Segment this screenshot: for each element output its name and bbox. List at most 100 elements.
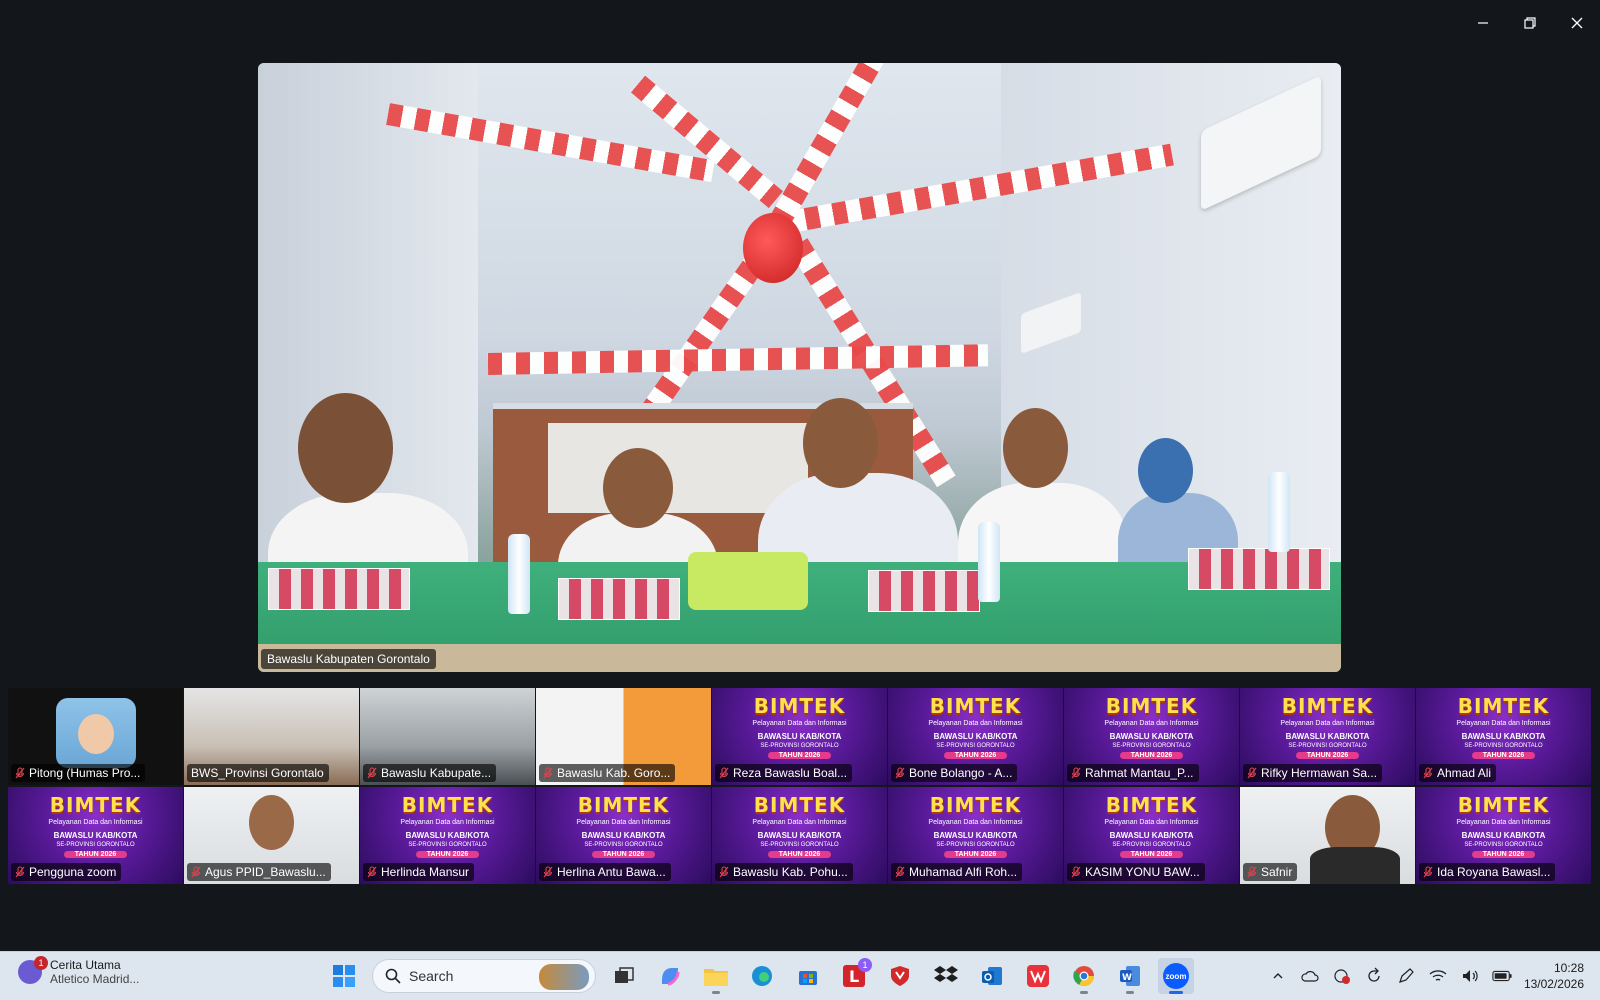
participant-tile[interactable]: Agus PPID_Bawaslu... [184,787,359,884]
participant-gallery: Pitong (Humas Pro... BWS_Provinsi Goronta… [8,688,1594,886]
participant-name-tag: BWS_Provinsi Gorontalo [187,764,329,782]
bimtek-title: BIMTEK [1457,694,1550,718]
minimize-icon [1477,22,1488,24]
minimize-button[interactable] [1459,8,1506,38]
word-button[interactable]: W [1112,958,1148,994]
bimtek-subtitle: Pelayanan Data dan Informasi [1280,720,1375,727]
close-icon [1571,17,1582,29]
l-app-button[interactable]: L 1 [836,958,872,994]
wifi-tray[interactable] [1428,966,1448,986]
muted-mic-icon [367,767,377,779]
shield-app-button[interactable] [882,958,918,994]
participant-head [1138,438,1193,503]
participant-name-tag: Muhamad Alfi Roh... [891,863,1023,881]
bimtek-line2: SE-PROVINSI GORONTALO [584,842,663,848]
chrome-button[interactable] [1066,958,1102,994]
running-indicator [712,991,720,994]
participant-tile[interactable]: BIMTEK Pelayanan Data dan Informasi BAWASL… [1064,688,1239,785]
bimtek-line2: SE-PROVINSI GORONTALO [936,842,1015,848]
participant-tile[interactable]: Safnir [1240,787,1415,884]
bimtek-year: TAHUN 2026 [1120,851,1183,858]
bimtek-line2: SE-PROVINSI GORONTALO [760,842,839,848]
news-icon: 1 [18,956,48,984]
participant-name-tag: Rahmat Mantau_P... [1067,764,1199,782]
participant-name-tag: Bawaslu Kab. Pohu... [715,863,853,881]
running-indicator [1080,991,1088,994]
edge-button[interactable] [744,958,780,994]
participant-tile[interactable]: Bawaslu Kab. Goro... [536,688,711,785]
file-explorer-button[interactable] [698,958,734,994]
running-indicator [1126,991,1134,994]
participant-tile[interactable]: BIMTEK Pelayanan Data dan Informasi BAWASL… [8,787,183,884]
participant-tile[interactable]: Pitong (Humas Pro... [8,688,183,785]
bimtek-line1: BAWASLU KAB/KOTA [1461,831,1546,840]
restore-button[interactable] [1506,8,1553,38]
participant-name: Rifky Hermawan Sa... [1261,766,1378,780]
bimtek-line2: SE-PROVINSI GORONTALO [1112,743,1191,749]
clock-date: 13/02/2026 [1523,977,1584,991]
bimtek-title: BIMTEK [753,694,846,718]
windows-taskbar: 1 Cerita Utama Atletico Madrid... Search [0,951,1600,1000]
bimtek-subtitle: Pelayanan Data dan Informasi [576,819,671,826]
participant-name-tag: Bawaslu Kabupate... [363,764,497,782]
system-clock[interactable]: 10:28 13/02/2026 [1524,960,1584,992]
windows-start-button[interactable] [326,958,362,994]
snack-box [558,578,680,620]
participant-tile[interactable]: BIMTEK Pelayanan Data dan Informasi BAWASL… [536,787,711,884]
bimtek-line1: BAWASLU KAB/KOTA [757,831,842,840]
participant-tile[interactable]: BIMTEK Pelayanan Data dan Informasi BAWASL… [888,688,1063,785]
copilot-icon [662,968,680,986]
participant-name-tag: Bawaslu Kab. Goro... [539,764,676,782]
avatar-face [78,714,114,754]
zoom-label: zoom [1165,971,1187,981]
participant-tile[interactable]: BIMTEK Pelayanan Data dan Informasi BAWASL… [712,787,887,884]
bimtek-line2: SE-PROVINSI GORONTALO [1464,743,1543,749]
participant-tile[interactable]: BIMTEK Pelayanan Data dan Informasi BAWASL… [1416,688,1591,785]
task-view-button[interactable] [606,958,642,994]
pen-tray[interactable] [1396,966,1416,986]
participant-tile[interactable]: BIMTEK Pelayanan Data dan Informasi BAWASL… [360,787,535,884]
participant-head [803,398,878,488]
participant-tile[interactable]: Bawaslu Kabupate... [360,688,535,785]
participant-tile[interactable]: BIMTEK Pelayanan Data dan Informasi BAWASL… [1240,688,1415,785]
participant-tile[interactable]: BIMTEK Pelayanan Data dan Informasi BAWASL… [712,688,887,785]
wifi-icon [1429,970,1447,981]
taskbar-search[interactable]: Search [372,959,596,993]
wps-icon [1027,965,1049,987]
bimtek-line2: SE-PROVINSI GORONTALO [1288,743,1367,749]
news-title: Cerita Utama [50,958,121,972]
battery-tray[interactable] [1492,966,1512,986]
news-widget[interactable]: 1 Cerita Utama Atletico Madrid... [18,956,139,986]
bimtek-title: BIMTEK [1105,793,1198,817]
show-hidden-icons-button[interactable] [1268,966,1288,986]
svg-text:W: W [1122,973,1132,983]
onedrive-tray[interactable] [1300,966,1320,986]
cloud-icon [1301,971,1319,982]
refresh-tray[interactable] [1364,966,1384,986]
outlook-button[interactable] [974,958,1010,994]
muted-mic-icon [1071,866,1081,878]
muted-mic-icon [895,767,905,779]
participant-name: BWS_Provinsi Gorontalo [191,766,324,780]
participant-tile[interactable]: BIMTEK Pelayanan Data dan Informasi BAWASL… [888,787,1063,884]
bimtek-year: TAHUN 2026 [1296,752,1359,759]
participant-tile[interactable]: BWS_Provinsi Gorontalo [184,688,359,785]
muted-mic-icon [543,866,553,878]
dropbox-button[interactable] [928,958,964,994]
participant-tile[interactable]: BIMTEK Pelayanan Data dan Informasi BAWASL… [1416,787,1591,884]
active-speaker-video[interactable]: Bawaslu Kabupaten Gorontalo [258,63,1341,672]
copilot-button[interactable] [652,958,688,994]
wps-button[interactable] [1020,958,1056,994]
bimtek-subtitle: Pelayanan Data dan Informasi [752,720,847,727]
bimtek-subtitle: Pelayanan Data dan Informasi [1456,720,1551,727]
store-button[interactable] [790,958,826,994]
close-button[interactable] [1553,8,1600,38]
bimtek-line2: SE-PROVINSI GORONTALO [1464,842,1543,848]
volume-tray[interactable] [1460,966,1480,986]
participant-name-tag: Bone Bolango - A... [891,764,1018,782]
zoom-button[interactable]: zoom [1158,958,1194,994]
decoration-streamer [630,75,783,209]
participant-tile[interactable]: BIMTEK Pelayanan Data dan Informasi BAWASL… [1064,787,1239,884]
participant-name: Bone Bolango - A... [909,766,1013,780]
sync-error-tray[interactable] [1332,966,1352,986]
